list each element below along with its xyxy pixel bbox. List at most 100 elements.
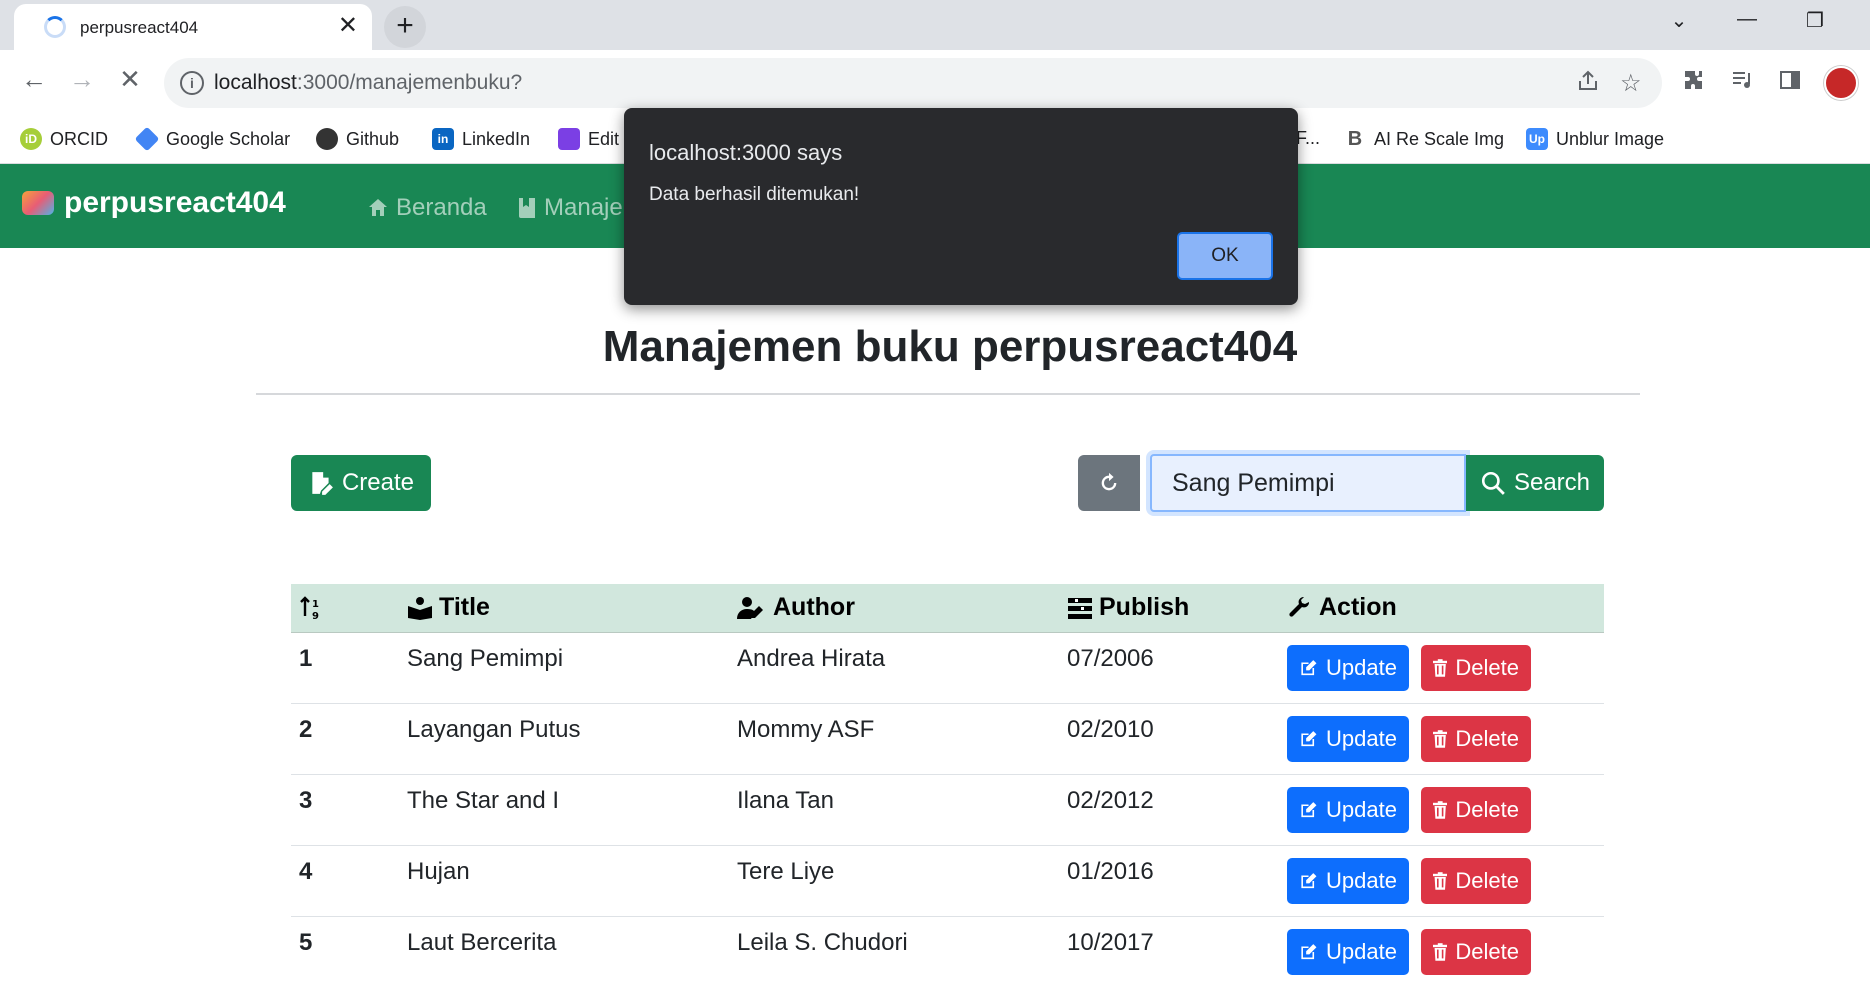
trash-icon — [1433, 942, 1448, 961]
bookmark-truncated[interactable]: F... — [1296, 128, 1320, 149]
back-icon[interactable]: ← — [14, 64, 54, 95]
header-author: Author — [729, 584, 1059, 633]
update-button[interactable]: Update — [1287, 644, 1409, 691]
row-title: Laut Bercerita — [399, 916, 729, 986]
browser-toolbar: ← → ✕ i localhost:3000/manajemenbuku? ☆ — [0, 50, 1870, 116]
bookmark-unblur[interactable]: Up Unblur Image — [1526, 128, 1664, 150]
stop-loading-icon[interactable]: ✕ — [110, 64, 150, 95]
profile-avatar[interactable] — [1824, 66, 1858, 100]
bookmark-ai-rescale[interactable]: B AI Re Scale Img — [1344, 128, 1504, 150]
home-icon — [369, 199, 387, 216]
row-publish: 02/2012 — [1059, 774, 1279, 846]
delete-button[interactable]: Delete — [1421, 928, 1531, 975]
restore-icon[interactable]: ❐ — [1790, 8, 1840, 33]
bookmark-google-scholar[interactable]: Google Scholar — [134, 126, 290, 152]
scholar-icon — [134, 126, 160, 152]
row-author: Ilana Tan — [729, 774, 1059, 846]
row-actions: Update Delete — [1279, 774, 1604, 846]
row-author: Mommy ASF — [729, 703, 1059, 775]
up-icon: Up — [1526, 128, 1548, 150]
extensions-icon[interactable] — [1682, 68, 1706, 99]
update-button[interactable]: Update — [1287, 786, 1409, 833]
bookmark-linkedin[interactable]: in LinkedIn — [432, 128, 530, 150]
bookmark-github[interactable]: Github — [316, 128, 399, 150]
brand-name: perpusreact404 — [64, 186, 286, 219]
edit-square-icon — [1301, 872, 1317, 888]
bookmark-orcid[interactable]: iD ORCID — [20, 128, 108, 150]
svg-text:9: 9 — [312, 611, 319, 621]
page-title: Manajemen buku perpusreact404 — [602, 322, 1298, 371]
header-number[interactable]: 19 — [291, 584, 399, 633]
search-button[interactable]: Search — [1466, 455, 1604, 511]
table-row: 5 Laut Bercerita Leila S. Chudori 10/201… — [291, 916, 1604, 986]
edit-square-icon — [1301, 801, 1317, 817]
update-button[interactable]: Update — [1287, 857, 1409, 904]
row-number: 1 — [291, 632, 399, 704]
title-divider — [256, 393, 1640, 395]
row-publish: 02/2010 — [1059, 703, 1279, 775]
nav-link-manajemen[interactable]: Manaje — [516, 194, 623, 222]
url-text: localhost:3000/manajemenbuku? — [214, 71, 523, 94]
row-number: 2 — [291, 703, 399, 775]
bookmark-star-icon[interactable]: ☆ — [1620, 69, 1642, 98]
new-tab-button[interactable]: + — [384, 6, 426, 48]
dialog-title: localhost:3000 says — [649, 140, 843, 165]
header-title: Title — [399, 584, 729, 633]
minimize-icon[interactable]: — — [1722, 8, 1772, 31]
row-title: Sang Pemimpi — [399, 632, 729, 704]
row-author: Leila S. Chudori — [729, 916, 1059, 986]
delete-button[interactable]: Delete — [1421, 644, 1531, 691]
tab-search-icon[interactable]: ⌄ — [1654, 8, 1704, 33]
side-panel-icon[interactable] — [1778, 68, 1802, 99]
brand-link[interactable]: perpusreact404 — [22, 186, 286, 220]
svg-text:1: 1 — [312, 599, 319, 610]
orcid-icon: iD — [20, 128, 42, 150]
reset-button[interactable] — [1078, 455, 1140, 511]
loading-spinner-icon — [44, 16, 66, 38]
b-icon: B — [1347, 128, 1363, 150]
row-title: Layangan Putus — [399, 703, 729, 775]
header-action: Action — [1279, 584, 1604, 633]
search-input[interactable] — [1150, 454, 1466, 512]
tab-title: perpusreact404 — [80, 18, 199, 37]
refresh-icon — [1101, 472, 1117, 491]
search-icon — [1481, 471, 1505, 495]
edit-square-icon — [1301, 659, 1317, 675]
row-number: 3 — [291, 774, 399, 846]
update-button[interactable]: Update — [1287, 715, 1409, 762]
edit-square-icon — [1301, 943, 1317, 959]
dialog-message: Data berhasil ditemukan! — [649, 184, 860, 205]
nav-link-beranda[interactable]: Beranda — [366, 194, 487, 222]
update-button[interactable]: Update — [1287, 928, 1409, 975]
browser-tab[interactable]: perpusreact404 ✕ — [14, 4, 372, 50]
trash-icon — [1433, 729, 1448, 748]
bookmark-edit[interactable]: Edit — [558, 128, 619, 150]
row-actions: Update Delete — [1279, 632, 1604, 704]
tab-close-icon[interactable]: ✕ — [338, 13, 358, 39]
alert-dialog: localhost:3000 says Data berhasil ditemu… — [624, 108, 1298, 305]
row-publish: 10/2017 — [1059, 916, 1279, 986]
forward-icon[interactable]: → — [62, 64, 102, 95]
site-info-icon[interactable]: i — [180, 71, 204, 95]
row-title: The Star and I — [399, 774, 729, 846]
user-pen-icon — [737, 596, 763, 619]
header-publish: Publish — [1059, 584, 1279, 633]
delete-button[interactable]: Delete — [1421, 715, 1531, 762]
delete-button[interactable]: Delete — [1421, 786, 1531, 833]
row-title: Hujan — [399, 845, 729, 917]
row-actions: Update Delete — [1279, 845, 1604, 917]
dialog-ok-button[interactable]: OK — [1177, 232, 1273, 280]
delete-button[interactable]: Delete — [1421, 857, 1531, 904]
address-bar[interactable]: i localhost:3000/manajemenbuku? ☆ — [164, 58, 1662, 108]
share-icon[interactable] — [1576, 69, 1600, 100]
create-button[interactable]: Create — [291, 455, 431, 511]
table-row: 4 Hujan Tere Liye 01/2016 Update Delete — [291, 845, 1604, 917]
calendar-list-icon — [1068, 597, 1092, 619]
linkedin-icon: in — [432, 128, 454, 150]
row-publish: 07/2006 — [1059, 632, 1279, 704]
row-author: Tere Liye — [729, 845, 1059, 917]
edit-square-icon — [1301, 730, 1317, 746]
book-icon — [519, 198, 535, 218]
row-publish: 01/2016 — [1059, 845, 1279, 917]
media-control-icon[interactable] — [1730, 68, 1754, 99]
